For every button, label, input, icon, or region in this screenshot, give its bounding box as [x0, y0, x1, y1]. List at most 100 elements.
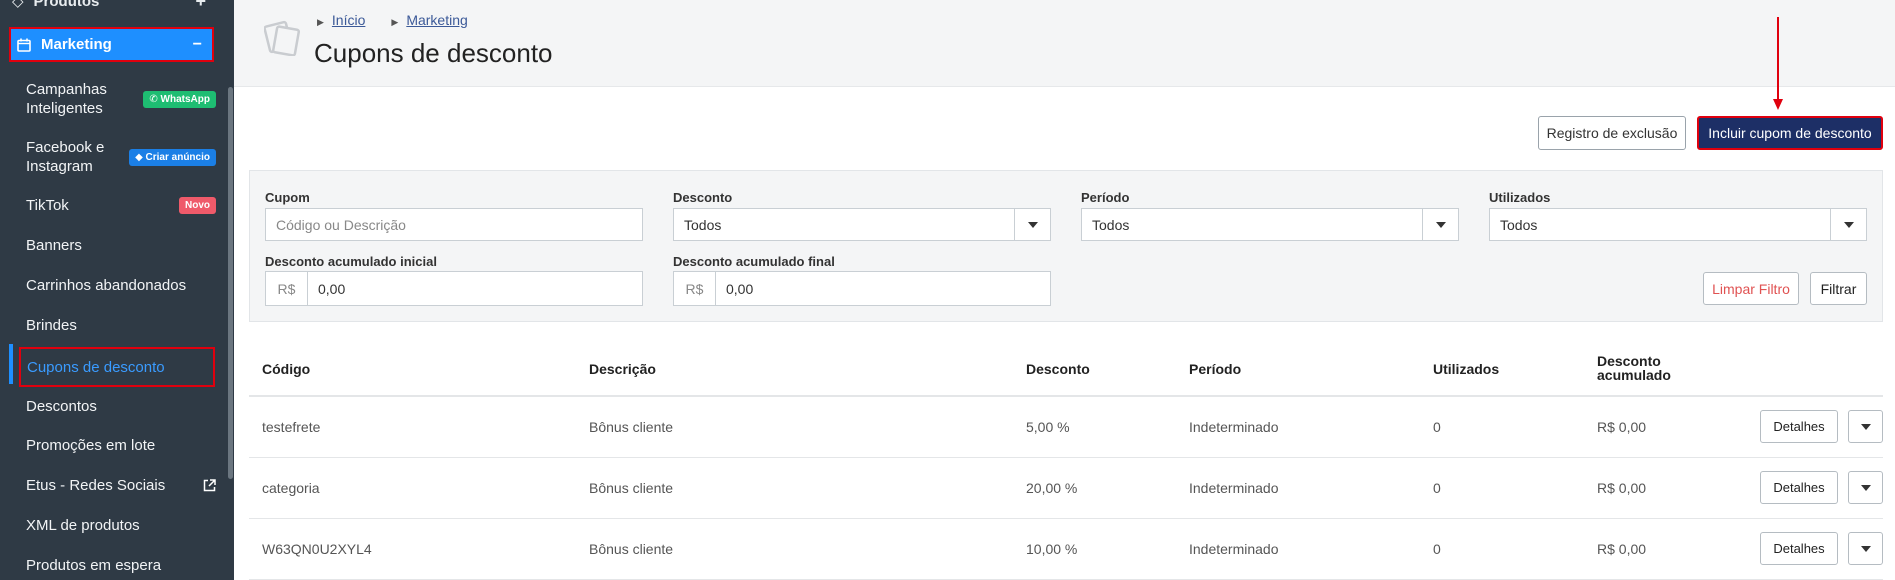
cell-desconto: 20,00 %	[1026, 480, 1078, 496]
acum-final-label: Desconto acumulado final	[673, 254, 835, 269]
chevron-down-icon	[1860, 545, 1871, 552]
expand-icon[interactable]: +	[195, 0, 206, 12]
sidebar-item-carrinhos[interactable]: Carrinhos abandonados	[26, 276, 216, 295]
external-link-icon	[203, 479, 216, 492]
cupom-label: Cupom	[265, 190, 310, 205]
cupom-search-input[interactable]: Código ou Descrição	[265, 208, 643, 241]
sidebar-item-campanhas[interactable]: Campanhas Inteligentes ✆ WhatsApp	[26, 80, 216, 118]
desconto-select-value: Todos	[684, 216, 722, 233]
cell-utilizados: 0	[1433, 480, 1441, 496]
breadcrumb: ▶ Início ▶ Marketing	[317, 12, 468, 28]
sidebar-item-label: Produtos em espera	[26, 557, 162, 574]
tag-icon: ◇	[12, 0, 24, 10]
sidebar-item-label: Facebook e Instagram	[26, 139, 105, 175]
collapse-icon[interactable]: −	[193, 36, 202, 54]
sidebar-item-cupons[interactable]: Cupons de desconto	[19, 347, 215, 387]
sidebar-scrollbar[interactable]	[228, 87, 233, 479]
cell-periodo: Indeterminado	[1189, 480, 1279, 496]
row-actions-dropdown[interactable]	[1848, 471, 1883, 504]
chevron-down-icon	[1830, 209, 1866, 240]
filtrar-button[interactable]: Filtrar	[1810, 272, 1867, 305]
sidebar-item-label: Etus - Redes Sociais	[26, 477, 166, 494]
caret-right-icon: ▶	[317, 17, 324, 27]
sidebar-item-brindes[interactable]: Brindes	[26, 316, 216, 335]
col-acumulado[interactable]: Desconto acumulado	[1597, 354, 1677, 382]
col-desconto[interactable]: Desconto	[1026, 362, 1090, 376]
col-descricao[interactable]: Descrição	[589, 362, 656, 376]
row-actions-dropdown[interactable]	[1848, 410, 1883, 443]
utilizados-select[interactable]: Todos	[1489, 208, 1867, 241]
sidebar-item-label: Descontos	[26, 398, 97, 415]
sidebar-item-label: Cupons de desconto	[27, 358, 165, 376]
sidebar-item-label: Marketing	[41, 36, 112, 53]
sidebar-item-produtos[interactable]: ◇ Produtos +	[0, 0, 234, 12]
active-indicator	[9, 344, 13, 384]
sidebar-item-tiktok[interactable]: TikTok Novo	[26, 196, 216, 215]
breadcrumb-inicio[interactable]: Início	[332, 12, 365, 28]
cell-descricao: Bônus cliente	[589, 541, 674, 557]
chevron-down-icon	[1422, 209, 1458, 240]
desconto-label: Desconto	[673, 190, 733, 205]
sidebar-item-promocoes[interactable]: Promoções em lote	[26, 436, 216, 455]
registro-exclusao-button[interactable]: Registro de exclusão	[1538, 116, 1686, 150]
cell-desconto: 10,00 %	[1026, 541, 1078, 557]
periodo-select-value: Todos	[1092, 216, 1130, 233]
detalhes-button[interactable]: Detalhes	[1760, 532, 1838, 565]
incluir-cupom-button[interactable]: Incluir cupom de desconto	[1697, 116, 1883, 150]
utilizados-label: Utilizados	[1489, 190, 1551, 205]
sidebar-item-label: Brindes	[26, 317, 77, 334]
col-utilizados[interactable]: Utilizados	[1433, 362, 1499, 376]
breadcrumb-marketing[interactable]: Marketing	[406, 12, 467, 28]
table-header: Código Descrição Desconto Período Utiliz…	[249, 345, 1883, 397]
cell-periodo: Indeterminado	[1189, 541, 1279, 557]
sidebar-item-label: Promoções em lote	[26, 437, 156, 454]
detalhes-button[interactable]: Detalhes	[1760, 410, 1838, 443]
sidebar-item-xml[interactable]: XML de produtos	[26, 516, 216, 535]
page-header: ▶ Início ▶ Marketing Cupons de desconto	[234, 0, 1895, 87]
table-row: testefrete Bônus cliente 5,00 % Indeterm…	[249, 397, 1883, 458]
sidebar-item-label: Carrinhos abandonados	[26, 277, 187, 294]
sidebar: ◇ Produtos + Marketing − Campanhas Intel…	[0, 0, 234, 580]
row-actions-dropdown[interactable]	[1848, 532, 1883, 565]
novo-badge: Novo	[179, 197, 216, 214]
chevron-down-icon	[1860, 484, 1871, 491]
sidebar-item-espera[interactable]: Produtos em espera	[26, 556, 216, 575]
detalhes-button[interactable]: Detalhes	[1760, 471, 1838, 504]
criar-anuncio-badge: ◆ Criar anúncio	[129, 148, 216, 166]
acum-inicial-value: 0,00	[318, 280, 346, 297]
sidebar-item-label: Campanhas Inteligentes	[26, 81, 107, 117]
currency-prefix: R$	[674, 272, 716, 305]
cell-desconto: 5,00 %	[1026, 419, 1070, 435]
acum-inicial-field[interactable]: R$ 0,00	[265, 271, 643, 306]
table-row: categoria Bônus cliente 20,00 % Indeterm…	[249, 458, 1883, 519]
sidebar-item-label: Banners	[26, 237, 82, 254]
periodo-select[interactable]: Todos	[1081, 208, 1459, 241]
acum-final-field[interactable]: R$ 0,00	[673, 271, 1051, 306]
sidebar-item-marketing[interactable]: Marketing −	[9, 27, 214, 62]
acum-final-value: 0,00	[726, 280, 754, 297]
col-codigo[interactable]: Código	[262, 362, 310, 376]
cell-utilizados: 0	[1433, 419, 1441, 435]
coupon-icon	[264, 20, 300, 56]
limpar-filtro-button[interactable]: Limpar Filtro	[1703, 272, 1799, 305]
annotation-arrow-icon	[1773, 17, 1783, 110]
sidebar-item-etus[interactable]: Etus - Redes Sociais	[26, 476, 216, 495]
cell-utilizados: 0	[1433, 541, 1441, 557]
chevron-down-icon	[1014, 209, 1050, 240]
col-periodo[interactable]: Período	[1189, 362, 1241, 376]
cell-descricao: Bônus cliente	[589, 419, 674, 435]
sidebar-item-descontos[interactable]: Descontos	[26, 397, 216, 416]
sidebar-item-facebook[interactable]: Facebook e Instagram ◆ Criar anúncio	[26, 138, 216, 176]
currency-prefix: R$	[266, 272, 308, 305]
cell-acumulado: R$ 0,00	[1597, 480, 1647, 496]
filter-panel: Cupom Código ou Descrição Desconto Todos…	[249, 170, 1883, 322]
periodo-label: Período	[1081, 190, 1130, 205]
sidebar-item-banners[interactable]: Banners	[26, 236, 216, 255]
acum-inicial-label: Desconto acumulado inicial	[265, 254, 437, 269]
sidebar-item-label: Produtos	[33, 0, 100, 10]
sidebar-item-label: TikTok	[26, 197, 69, 214]
chevron-down-icon	[1860, 423, 1871, 430]
sidebar-item-label: XML de produtos	[26, 517, 140, 534]
desconto-select[interactable]: Todos	[673, 208, 1051, 241]
caret-right-icon: ▶	[391, 17, 399, 27]
